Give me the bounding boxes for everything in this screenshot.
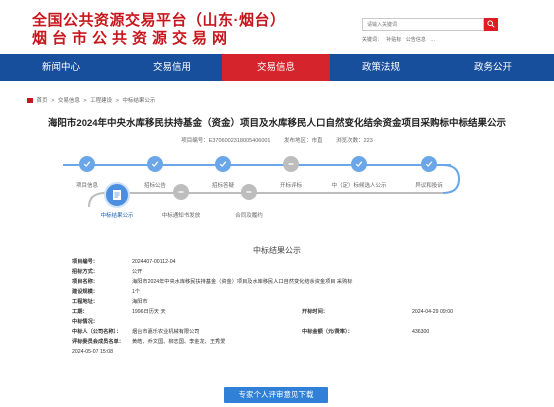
timeline-line [63, 164, 451, 166]
field-label: 招标方式： [72, 269, 98, 275]
hot-keyword: 关键词： [362, 37, 383, 43]
field-label: 开标时间： [302, 309, 328, 315]
timeline-label: 中标结果公示 [100, 213, 134, 219]
publish-time: 2024-05-07 15:08 [72, 349, 113, 355]
minus-icon [288, 163, 294, 165]
notice-heading: 中标结果公示 [253, 246, 301, 255]
field-label: 中标情况： [72, 319, 98, 325]
breadcrumb-home[interactable]: 首页 [37, 98, 48, 104]
field-value: 1个 [132, 289, 141, 295]
project-code-label: 项目编号： [181, 138, 209, 144]
home-icon [27, 98, 33, 103]
search-input[interactable] [362, 18, 484, 31]
nav-item-trade-info[interactable]: 交易信息 [222, 54, 330, 81]
project-code: E3706002318005406001 [208, 138, 271, 144]
nav-item-news[interactable]: 新闻中心 [0, 54, 122, 81]
breadcrumb-separator: > [51, 98, 55, 104]
timeline-node-bid-qa[interactable] [215, 156, 231, 172]
timeline-connector [443, 164, 461, 194]
check-icon [355, 161, 363, 167]
timeline-node-notification[interactable] [173, 184, 189, 200]
timeline-label: 异议和投诉 [415, 183, 443, 189]
site-subtitle: 烟台市公共资源交易网 [32, 30, 233, 47]
field-value: 海阳市 [132, 299, 148, 305]
field-label: 中标人（公司名称）： [72, 329, 122, 335]
check-icon [219, 161, 227, 167]
field-label: 中标金额（元/费率）： [302, 329, 353, 335]
timeline-node-candidates[interactable] [351, 156, 367, 172]
breadcrumb-engineering[interactable]: 工程建设 [90, 98, 112, 104]
timeline-label: 开标评标 [279, 183, 303, 189]
check-icon [425, 161, 433, 167]
minus-icon [246, 191, 252, 193]
page-title: 海阳市2024年中央水库移民扶持基金（资金）项目及水库移民人口自然变化结余资金项… [47, 118, 507, 129]
hot-keyword[interactable]: 补贴标 [386, 37, 401, 43]
field-label: 项目名称： [72, 279, 98, 285]
timeline-node-result[interactable] [104, 182, 130, 208]
field-value: 烟台市嘉乐农业机械有限公司 [132, 329, 200, 335]
field-value: 公开 [132, 269, 143, 275]
nav-item-public-affairs[interactable]: 政务公开 [432, 54, 554, 81]
timeline-node-opening[interactable] [283, 156, 299, 172]
search-button[interactable] [484, 18, 498, 31]
field-value: 2024407-00112-04 [132, 259, 176, 265]
field-label: 评标委员会成员名单： [72, 339, 124, 345]
views-count: 223 [363, 138, 373, 144]
field-value: 黄皓、乔文国、柳志国、李金龙、王秀爱 [132, 339, 226, 345]
region-label: 发布地区： [284, 138, 312, 144]
field-label: 工程地址： [72, 299, 98, 305]
field-value: 1996日历天 天 [132, 309, 166, 315]
breadcrumb: 首页 > 交易信息 > 工程建设 > 中标结果公示 [27, 96, 155, 104]
timeline-label: 招标答疑 [211, 183, 235, 189]
hot-keyword[interactable]: 公告信息 [406, 37, 426, 43]
field-label: 项目编号： [72, 259, 98, 265]
views-label: 浏览次数： [336, 138, 364, 144]
download-review-button[interactable]: 专家个人评审意见下载 [224, 387, 328, 403]
timeline-label: 中标通知书发放 [161, 213, 201, 219]
nav-item-credit[interactable]: 交易信用 [122, 54, 222, 81]
breadcrumb-trade-info[interactable]: 交易信息 [58, 98, 80, 104]
region-value: 市直 [311, 138, 323, 144]
timeline-node-project-info[interactable] [79, 156, 95, 172]
check-icon [151, 161, 159, 167]
search-icon [487, 20, 495, 28]
field-value: 436300 [412, 329, 430, 335]
timeline-line [103, 192, 443, 194]
timeline-node-bid-notice[interactable] [147, 156, 163, 172]
breadcrumb-separator: > [83, 98, 87, 104]
check-icon [83, 161, 91, 167]
minus-icon [178, 191, 184, 193]
nav-item-policy[interactable]: 政策法规 [330, 54, 432, 81]
document-icon [113, 190, 121, 200]
timeline-label: 招标公告 [143, 183, 167, 189]
breadcrumb-current: 中标结果公示 [122, 98, 156, 104]
field-value: 海阳市2024年中央水库移民扶持基金（资金）项目及水库移民人口自然变化结余资金项… [132, 279, 353, 285]
progress-timeline: 项目信息 招标公告 招标答疑 开标评标 中（定）标候选人公示 异议和投诉 中标结… [55, 153, 515, 233]
timeline-node-contract[interactable] [241, 184, 257, 200]
timeline-label: 项目信息 [75, 183, 99, 189]
main-nav: 新闻中心 交易信用 交易信息 政策法规 政务公开 [0, 54, 554, 81]
project-meta: 项目编号：E3706002318005406001 发布地区：市直 浏览次数：2… [0, 136, 554, 144]
field-value: 2024-04-29 09:00 [412, 309, 453, 315]
timeline-label: 合同及履约 [235, 213, 263, 219]
timeline-label: 中（定）标候选人公示 [331, 183, 387, 189]
breadcrumb-separator: > [115, 98, 119, 104]
field-label: 建设规模： [72, 289, 98, 295]
hot-keywords: 关键词： 补贴标 公告信息 … [362, 36, 438, 43]
hot-keyword[interactable]: … [430, 37, 435, 43]
field-label: 工期： [72, 309, 88, 315]
site-header: 全国公共资源交易平台（山东·烟台） 烟台市公共资源交易网 关键词： 补贴标 公告… [0, 0, 554, 54]
timeline-node-objection[interactable] [421, 156, 437, 172]
